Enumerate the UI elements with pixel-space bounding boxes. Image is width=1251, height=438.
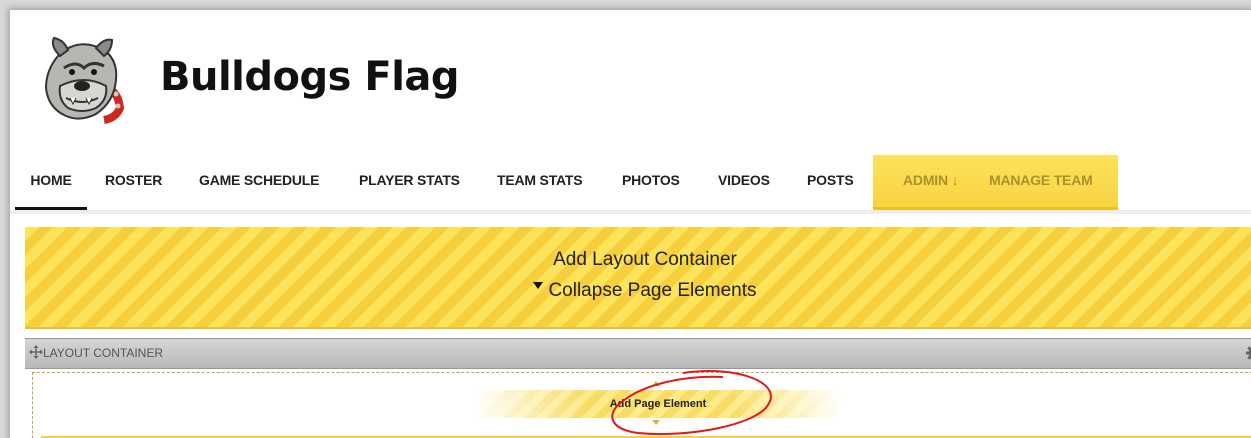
nav-photos[interactable]: PHOTOS <box>622 155 680 209</box>
nav-player-stats[interactable]: PLAYER STATS <box>359 155 460 209</box>
nav-manage-team[interactable]: MANAGE TEAM <box>989 155 1093 209</box>
gear-icon[interactable] <box>1245 344 1251 362</box>
layout-container-header: LAYOUT CONTAINER <box>25 338 1251 369</box>
nav-game-schedule[interactable]: GAME SCHEDULE <box>199 155 319 209</box>
add-layout-container-button[interactable]: Add Layout Container <box>25 249 1251 271</box>
arrow-down-icon <box>652 420 660 425</box>
layout-banner: Add Layout Container Collapse Page Eleme… <box>25 227 1251 329</box>
site-header: Bulldogs Flag <box>10 10 1251 150</box>
nav-posts[interactable]: POSTS <box>807 155 854 209</box>
main-nav: HOME ROSTER GAME SCHEDULE PLAYER STATS T… <box>10 155 1251 212</box>
collapse-page-elements-button[interactable]: Collapse Page Elements <box>25 280 1251 302</box>
bulldog-logo-icon[interactable] <box>38 34 134 124</box>
nav-roster[interactable]: ROSTER <box>105 155 162 209</box>
arrow-up-icon <box>652 381 660 386</box>
layout-container-body: Add Page Element <box>32 370 1251 438</box>
nav-team-stats[interactable]: TEAM STATS <box>497 155 583 209</box>
nav-admin[interactable]: ADMIN ↓ <box>903 155 959 209</box>
nav-videos[interactable]: VIDEOS <box>718 155 770 209</box>
app-window: Bulldogs Flag HOME ROSTER GAME SCHEDULE … <box>10 10 1251 438</box>
nav-home[interactable]: HOME <box>15 155 87 211</box>
site-title[interactable]: Bulldogs Flag <box>160 54 460 100</box>
layout-container-label: LAYOUT CONTAINER <box>43 346 164 360</box>
collapse-label: Collapse Page Elements <box>548 280 757 301</box>
add-page-element-button[interactable]: Add Page Element <box>473 390 843 418</box>
caret-down-icon <box>533 282 544 290</box>
move-icon[interactable] <box>29 345 43 359</box>
nav-divider <box>10 210 1251 214</box>
